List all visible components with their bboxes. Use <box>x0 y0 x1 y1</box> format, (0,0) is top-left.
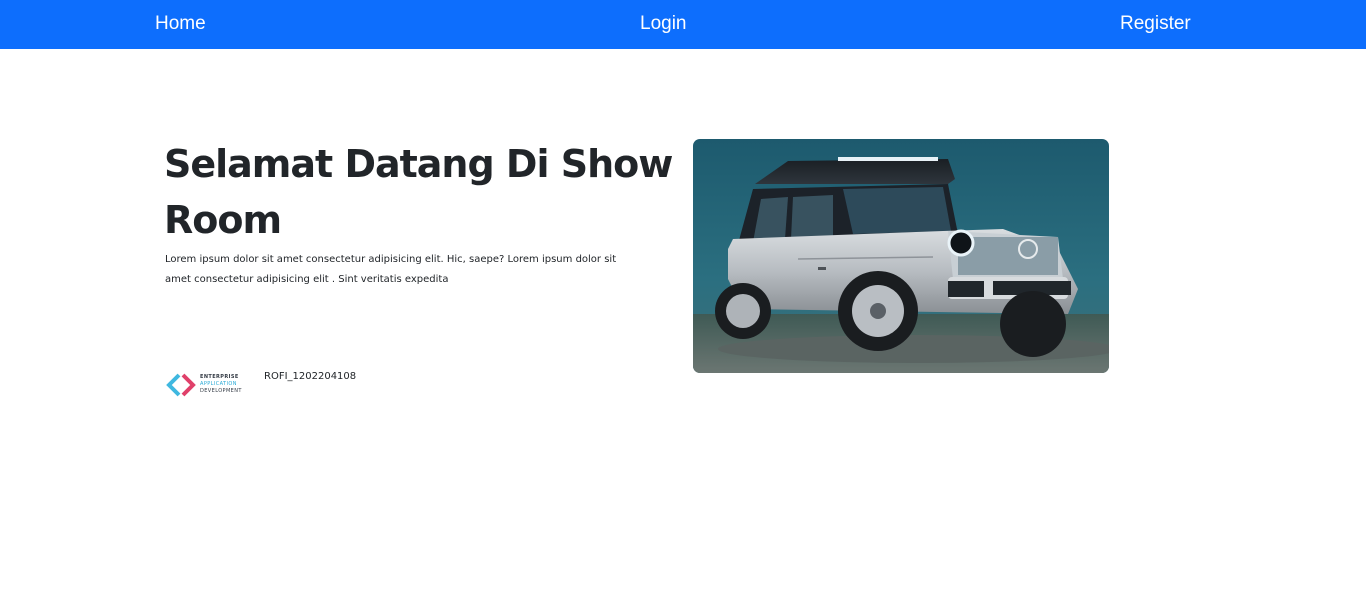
logo-line-application: APPLICATION <box>200 381 237 387</box>
enterprise-application-development-logo: ENTERPRISE APPLICATION DEVELOPMENT <box>164 372 248 398</box>
logo-line-enterprise: ENTERPRISE <box>200 374 239 380</box>
nav-login-link[interactable]: Login <box>640 12 687 36</box>
car-photo-icon <box>693 139 1109 373</box>
top-navbar: Home Login Register <box>0 0 1366 49</box>
author-id: ROFI_1202204108 <box>264 371 357 382</box>
nav-register-link[interactable]: Register <box>1120 12 1191 36</box>
nav-home-link[interactable]: Home <box>155 12 206 36</box>
hero-description: Lorem ipsum dolor sit amet consectetur a… <box>165 254 617 285</box>
code-brackets-icon <box>166 373 196 397</box>
logo-text: ENTERPRISE APPLICATION DEVELOPMENT <box>200 374 242 395</box>
hero-title: Selamat Datang Di Show Room <box>164 142 673 242</box>
logo-line-development: DEVELOPMENT <box>200 388 242 394</box>
